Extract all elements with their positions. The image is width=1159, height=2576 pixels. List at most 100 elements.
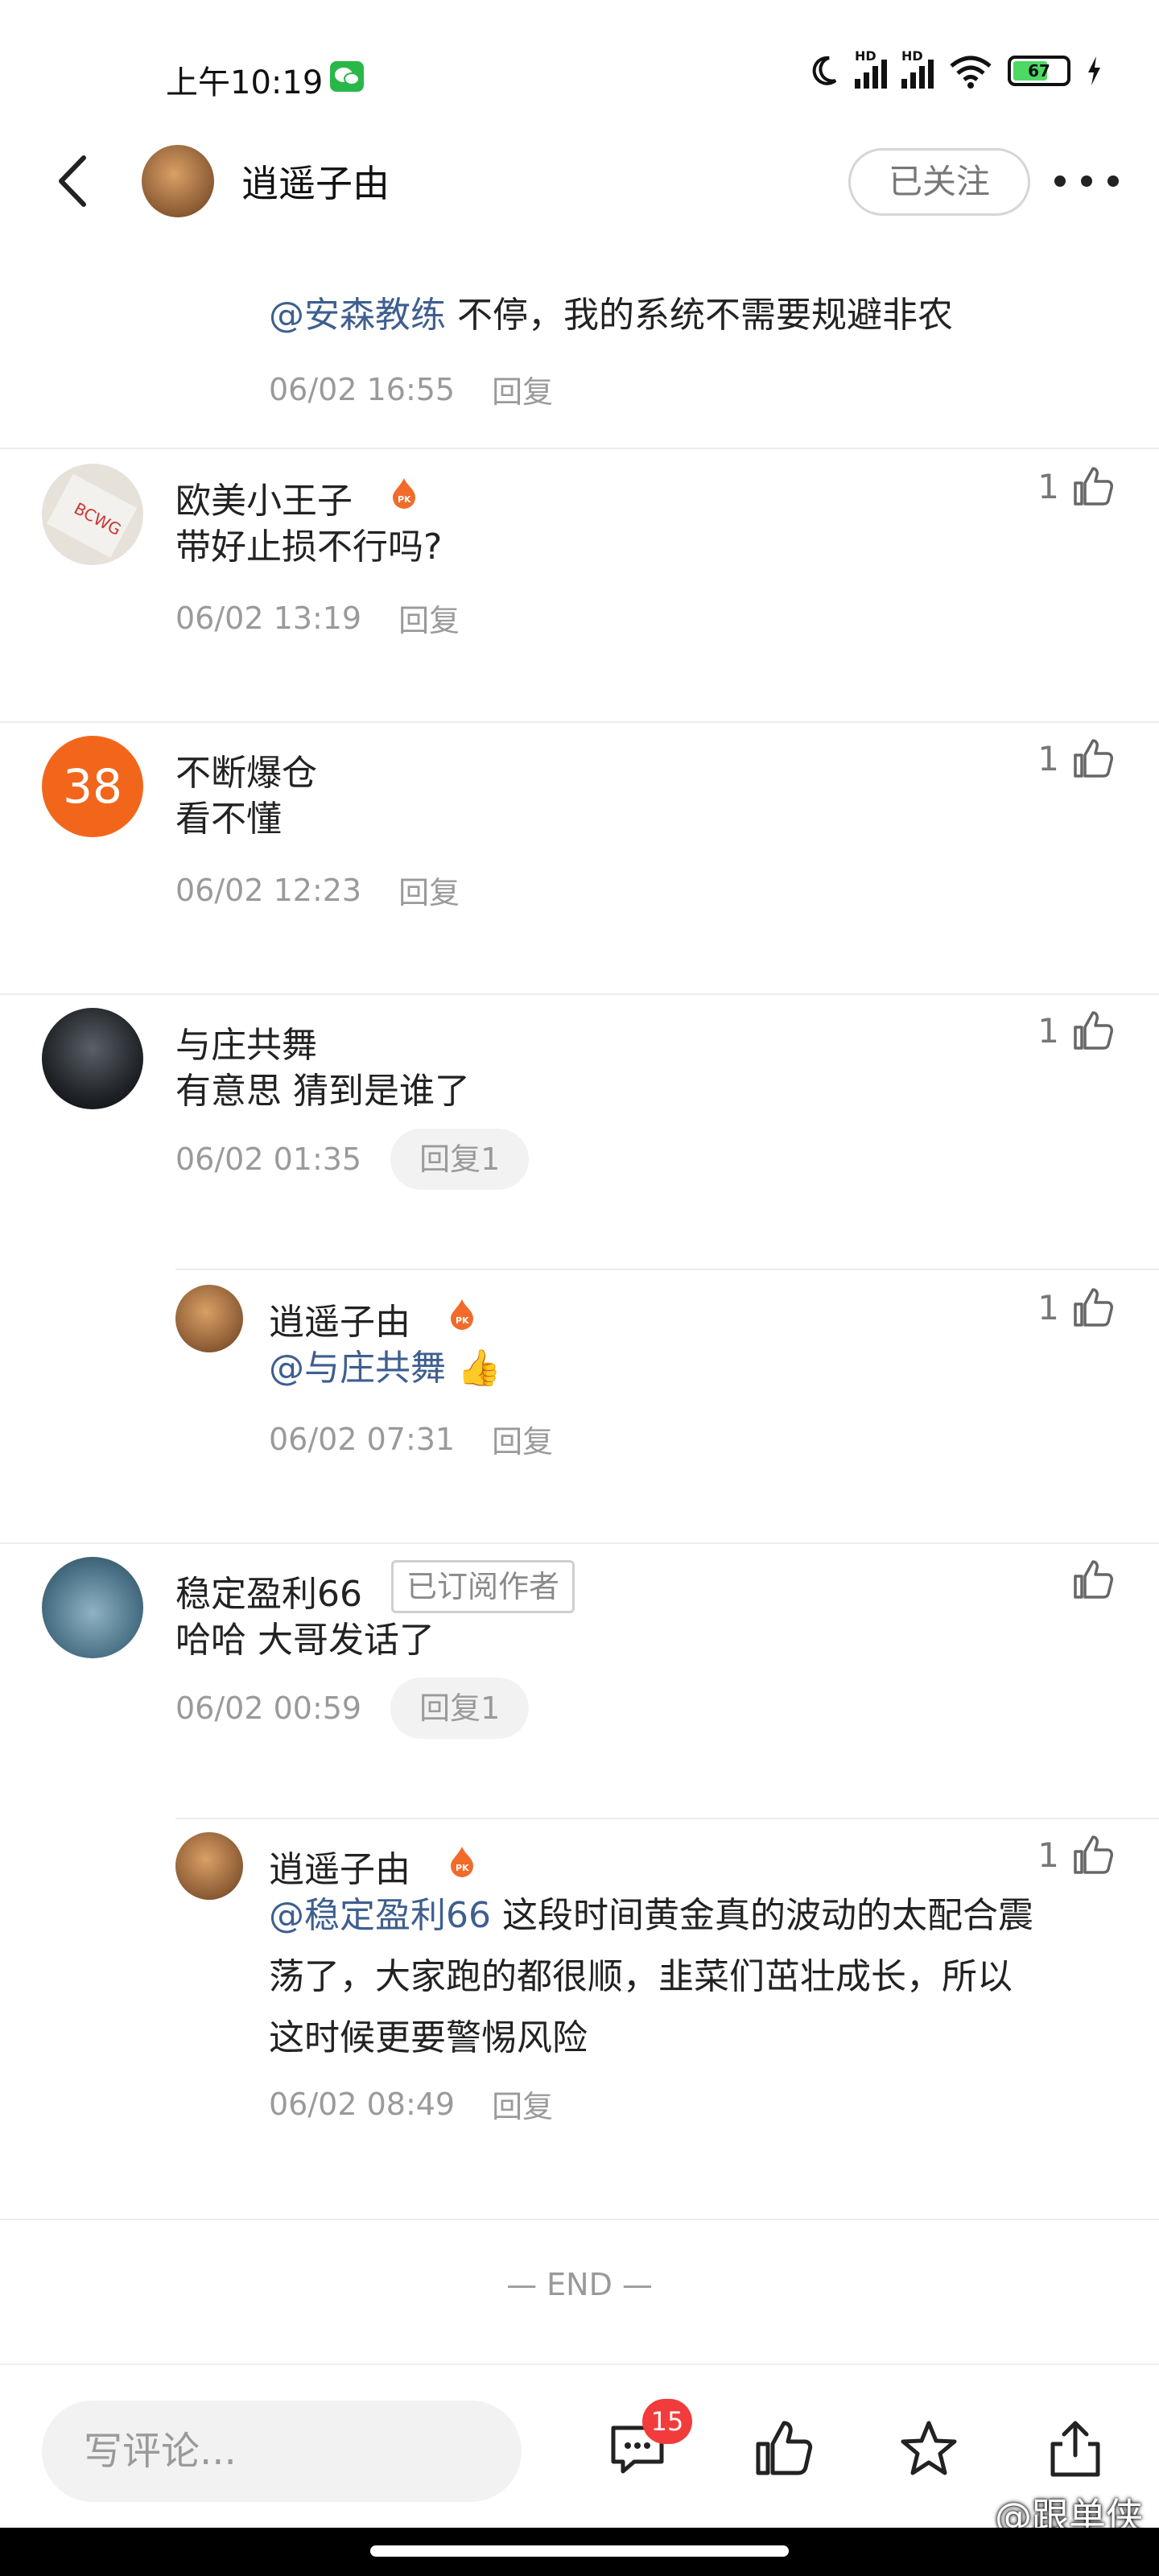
comment-time: 06/02 08:49 bbox=[269, 2086, 456, 2122]
moon-icon bbox=[812, 56, 837, 85]
comment-text: 有意思 猜到是谁了 bbox=[175, 1071, 470, 1112]
mention-link[interactable]: @与庄共舞 bbox=[269, 1348, 446, 1389]
like-count: 1 bbox=[1037, 1010, 1059, 1051]
comment-time: 06/02 00:59 bbox=[175, 1690, 362, 1726]
wechat-notification-icon bbox=[330, 61, 364, 92]
like-button[interactable]: 1 bbox=[1037, 464, 1116, 509]
reply-button[interactable]: 回复 bbox=[398, 868, 460, 912]
svg-text:PK: PK bbox=[456, 1315, 469, 1326]
like-icon[interactable] bbox=[752, 2417, 816, 2481]
thumbs-up-icon bbox=[1074, 1560, 1113, 1599]
thumbs-up-icon bbox=[1074, 1835, 1113, 1874]
thumbs-up-icon bbox=[1074, 467, 1113, 506]
like-count: 1 bbox=[1037, 738, 1059, 778]
divider bbox=[0, 448, 1159, 449]
comment-text-line: 这时候更要警惕风险 bbox=[269, 2017, 588, 2058]
like-count: 1 bbox=[1037, 466, 1059, 506]
comment-text: @安森教练 不停，我的系统不需要规避非农 bbox=[269, 295, 953, 336]
mention-link[interactable]: @稳定盈利66 bbox=[269, 1895, 491, 1936]
divider bbox=[175, 1269, 1159, 1270]
comment-text: 带好止损不行吗? bbox=[175, 526, 443, 568]
avatar[interactable] bbox=[142, 145, 214, 217]
comment-time: 06/02 12:23 bbox=[175, 872, 362, 908]
wifi-icon bbox=[950, 56, 992, 89]
thumbs-up-icon bbox=[1074, 1288, 1113, 1327]
comment-author[interactable]: 欧美小王子 bbox=[175, 472, 353, 523]
battery-level: 67 bbox=[1028, 61, 1050, 80]
bottom-bar: 写评论... 15 bbox=[0, 2363, 1159, 2502]
reply-button[interactable]: 回复 bbox=[492, 2082, 553, 2126]
comment-time: 06/02 13:19 bbox=[175, 600, 362, 636]
comment-time: 06/02 01:35 bbox=[175, 1141, 362, 1177]
more-icon[interactable] bbox=[1054, 169, 1119, 193]
home-indicator[interactable] bbox=[370, 2545, 789, 2557]
charging-icon bbox=[1088, 56, 1100, 85]
comment-input[interactable]: 写评论... bbox=[42, 2401, 522, 2502]
divider bbox=[0, 1542, 1159, 1544]
reply-count-button[interactable]: 回复1 bbox=[390, 1129, 530, 1190]
comment-author[interactable]: 逍遥子由 bbox=[269, 1293, 410, 1344]
system-navigation-bar bbox=[0, 2528, 1159, 2576]
thumbs-up-icon bbox=[1074, 739, 1113, 778]
signal-icon-2: HD bbox=[901, 48, 934, 89]
comment-author[interactable]: 不断爆仓 bbox=[175, 744, 317, 795]
comment-text-line: 荡了，大家跑的都很顺，韭菜们茁壮成长，所以 bbox=[269, 1956, 1013, 1997]
back-icon[interactable] bbox=[48, 153, 97, 209]
divider bbox=[0, 721, 1159, 723]
reply-button[interactable]: 回复 bbox=[492, 1417, 553, 1461]
star-icon[interactable] bbox=[897, 2417, 961, 2481]
avatar[interactable] bbox=[42, 1557, 143, 1658]
comment-author[interactable]: 稳定盈利66 bbox=[175, 1565, 362, 1616]
level-badge-icon: PK bbox=[451, 1299, 473, 1330]
avatar[interactable] bbox=[175, 1832, 243, 1900]
comment-time: 06/02 16:55 bbox=[269, 371, 456, 407]
avatar[interactable]: 38 bbox=[42, 736, 143, 837]
comment-meta: 06/02 07:31 回复 bbox=[269, 1417, 553, 1461]
reply-button[interactable]: 回复 bbox=[492, 367, 553, 411]
svg-text:PK: PK bbox=[398, 494, 411, 505]
comment-meta: 06/02 08:49 回复 bbox=[269, 2082, 553, 2126]
avatar[interactable] bbox=[42, 1008, 143, 1109]
divider bbox=[0, 993, 1159, 995]
status-bar: 上午10:19 HD HD 67 bbox=[0, 0, 1159, 137]
status-time: 上午10:19 bbox=[166, 64, 324, 101]
page-title: 逍遥子由 bbox=[241, 162, 390, 205]
reply-count-button[interactable]: 回复1 bbox=[390, 1678, 530, 1739]
battery-icon: 67 bbox=[1008, 56, 1070, 86]
avatar[interactable]: BCWG bbox=[42, 464, 143, 565]
like-button[interactable] bbox=[1059, 1557, 1116, 1602]
mention-link[interactable]: @安森教练 bbox=[269, 295, 446, 336]
comment-meta: 06/02 00:59 回复1 bbox=[175, 1678, 530, 1739]
end-marker: — END — bbox=[506, 2267, 653, 2302]
subscriber-badge: 已订阅作者 bbox=[391, 1560, 575, 1613]
comment-text: @与庄共舞 👍 bbox=[269, 1348, 501, 1389]
comment-author[interactable]: 逍遥子由 bbox=[269, 1840, 410, 1892]
avatar[interactable] bbox=[175, 1285, 243, 1352]
level-badge-icon: PK bbox=[393, 478, 415, 509]
divider bbox=[0, 2219, 1159, 2220]
like-button[interactable]: 1 bbox=[1037, 736, 1116, 781]
comment-text: @稳定盈利66 这段时间黄金真的波动的太配合震 bbox=[269, 1895, 1033, 1936]
header: 逍遥子由 已关注 bbox=[0, 137, 1159, 225]
like-button[interactable]: 1 bbox=[1037, 1832, 1116, 1877]
svg-text:PK: PK bbox=[456, 1863, 469, 1873]
share-icon[interactable] bbox=[1043, 2417, 1107, 2481]
thumbs-up-icon bbox=[1074, 1011, 1113, 1050]
comment-meta: 06/02 12:23 回复 bbox=[175, 868, 460, 912]
like-count: 1 bbox=[1037, 1835, 1059, 1875]
comment-meta: 06/02 13:19 回复 bbox=[175, 596, 460, 640]
follow-button[interactable]: 已关注 bbox=[848, 148, 1030, 216]
like-count: 1 bbox=[1037, 1287, 1059, 1327]
status-icons: HD HD 67 bbox=[808, 48, 1103, 89]
comment-text: 看不懂 bbox=[175, 799, 282, 840]
divider bbox=[175, 1818, 1159, 1819]
comment-meta: 06/02 16:55 回复 bbox=[269, 367, 553, 411]
comment-time: 06/02 07:31 bbox=[269, 1421, 456, 1457]
comment-author[interactable]: 与庄共舞 bbox=[175, 1016, 317, 1067]
comment-count-badge: 15 bbox=[642, 2399, 692, 2444]
like-button[interactable]: 1 bbox=[1037, 1285, 1116, 1330]
like-button[interactable]: 1 bbox=[1037, 1008, 1116, 1053]
reply-button[interactable]: 回复 bbox=[398, 596, 460, 640]
comment-text: 哈哈 大哥发话了 bbox=[175, 1620, 435, 1661]
signal-icon-1: HD bbox=[855, 48, 887, 89]
